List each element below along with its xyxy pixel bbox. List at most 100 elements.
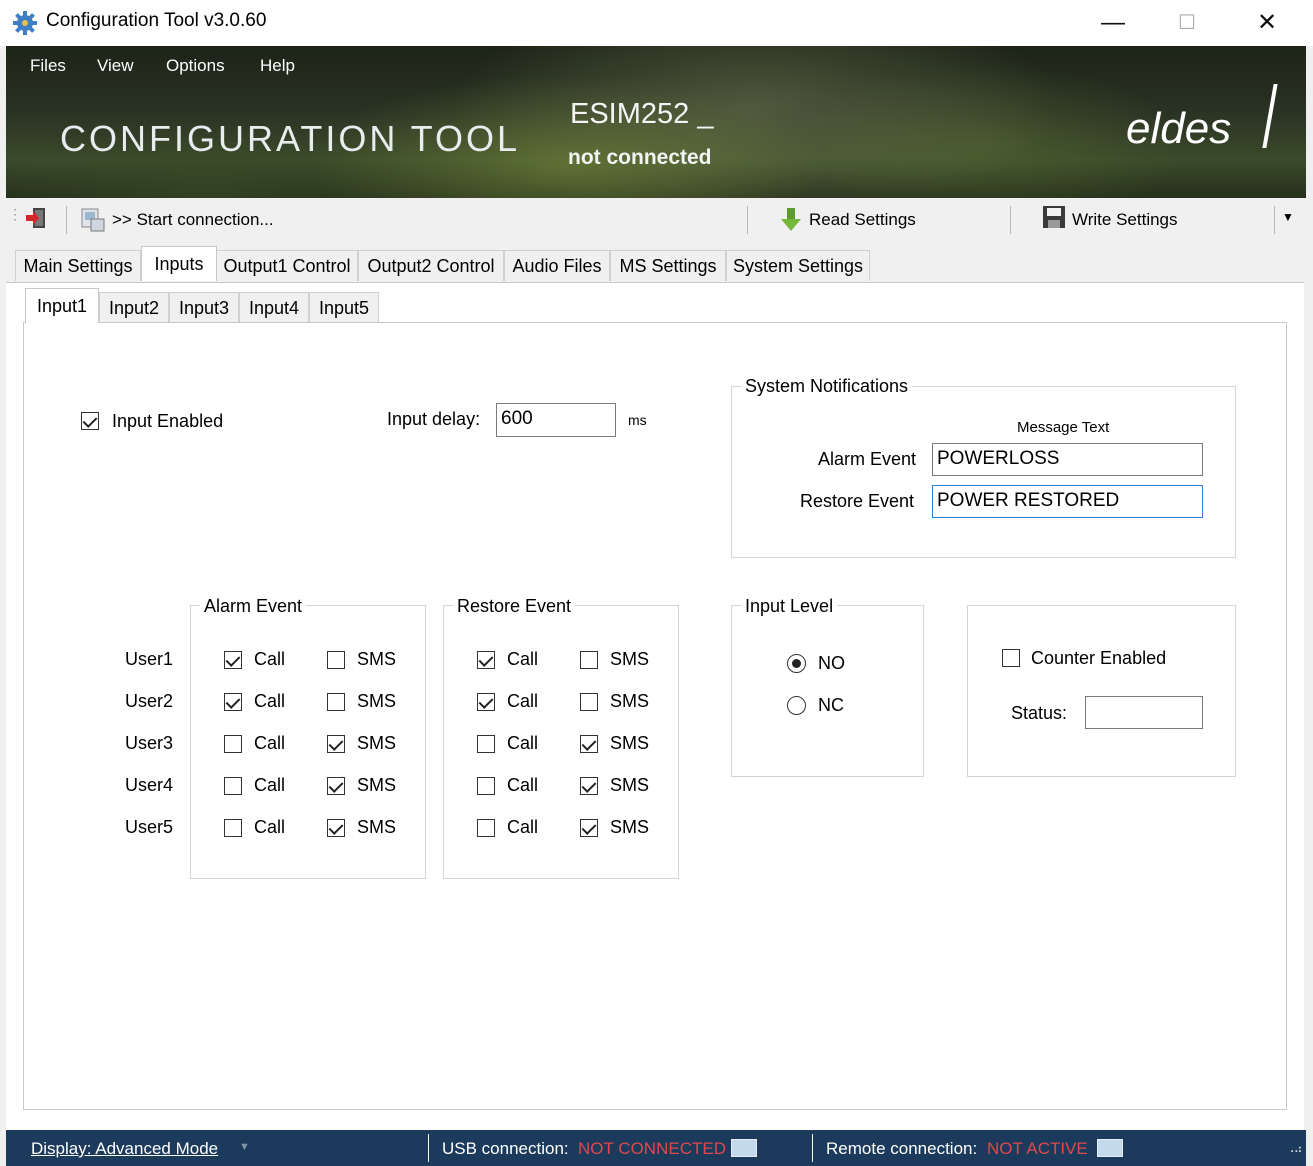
tab-system-settings[interactable]: System Settings: [726, 250, 870, 281]
toolbar-separator: [1010, 206, 1011, 234]
restore-call-label: Call: [507, 817, 539, 837]
restore-sms-label: SMS: [610, 733, 650, 753]
toolbar-separator: [66, 206, 67, 234]
app-title: CONFIGURATION TOOL: [60, 118, 521, 159]
user-name-label: User4: [125, 775, 174, 795]
toolbar-overflow-icon[interactable]: ▼: [1282, 210, 1294, 224]
start-connection-button[interactable]: >> Start connection...: [112, 210, 274, 230]
restore-call-checkbox[interactable]: [477, 777, 495, 795]
minimize-button[interactable]: —: [1078, 0, 1148, 46]
alarm-call-label: Call: [254, 691, 286, 711]
restore-sms-label: SMS: [610, 775, 650, 795]
input-delay-field[interactable]: 600: [496, 403, 616, 437]
main-tab-strip: Main Settings Inputs Output1 Control Out…: [15, 246, 1305, 282]
device-name: ESIM252 _: [570, 98, 714, 130]
menu-help[interactable]: Help: [260, 56, 295, 76]
alarm-message-field[interactable]: POWERLOSS: [932, 443, 1203, 476]
user-name-label: User2: [125, 691, 174, 711]
input-enabled-checkbox[interactable]: [81, 412, 99, 430]
input-tab-strip: Input1 Input2 Input3 Input4 Input5: [25, 288, 425, 324]
alarm-sms-checkbox[interactable]: [327, 819, 345, 837]
user-name-label: User3: [125, 733, 174, 753]
user-name-label: User1: [125, 649, 174, 669]
alarm-event-group-title: Alarm Event: [200, 596, 307, 617]
usb-monitor-icon: [731, 1139, 757, 1157]
tab-input2[interactable]: Input2: [99, 292, 169, 323]
restore-sms-label: SMS: [610, 649, 650, 669]
alarm-sms-checkbox[interactable]: [327, 693, 345, 711]
read-settings-button[interactable]: Read Settings: [809, 210, 916, 230]
alarm-call-label: Call: [254, 775, 286, 795]
menu-view[interactable]: View: [97, 56, 134, 76]
restore-event-label: Restore Event: [800, 491, 915, 511]
status-separator: [428, 1134, 429, 1162]
alarm-call-checkbox[interactable]: [224, 819, 242, 837]
logo-mark: [1262, 84, 1278, 148]
restore-call-checkbox[interactable]: [477, 651, 495, 669]
restore-sms-checkbox[interactable]: [580, 777, 598, 795]
system-notifications-title: System Notifications: [741, 376, 913, 397]
alarm-call-checkbox[interactable]: [224, 693, 242, 711]
tab-main-settings[interactable]: Main Settings: [15, 250, 141, 281]
restore-call-checkbox[interactable]: [477, 735, 495, 753]
input-delay-label: Input delay:: [387, 409, 481, 429]
tab-output2-control[interactable]: Output2 Control: [358, 250, 504, 281]
toolbar: ⋮ >> Start connection... Read Settings W…: [6, 198, 1306, 242]
remote-connection-label: Remote connection:: [826, 1139, 978, 1158]
restore-call-label: Call: [507, 691, 539, 711]
alarm-call-checkbox[interactable]: [224, 735, 242, 753]
chevron-down-icon[interactable]: ▼: [239, 1141, 250, 1153]
restore-sms-checkbox[interactable]: [580, 735, 598, 753]
restore-message-field[interactable]: POWER RESTORED: [932, 485, 1203, 518]
tab-audio-files[interactable]: Audio Files: [504, 250, 610, 281]
remote-monitor-icon: [1097, 1139, 1123, 1157]
alarm-call-checkbox[interactable]: [224, 651, 242, 669]
window-title: Configuration Tool v3.0.60: [46, 10, 267, 31]
menu-files[interactable]: Files: [30, 56, 66, 76]
counter-status-label: Status:: [1011, 703, 1068, 723]
tab-input5[interactable]: Input5: [309, 292, 379, 323]
header-banner: Files View Options Help CONFIGURATION TO…: [6, 46, 1306, 198]
restore-call-checkbox[interactable]: [477, 819, 495, 837]
status-separator: [812, 1134, 813, 1162]
connection-icon[interactable]: [80, 207, 106, 233]
radio-nc-label: NC: [818, 695, 844, 715]
maximize-button[interactable]: ☐: [1152, 0, 1222, 46]
tab-ms-settings[interactable]: MS Settings: [610, 250, 726, 281]
gear-app-icon: [13, 11, 37, 35]
counter-status-field[interactable]: [1085, 696, 1203, 729]
restore-sms-checkbox[interactable]: [580, 651, 598, 669]
counter-enabled-checkbox[interactable]: [1002, 649, 1020, 667]
radio-no[interactable]: [787, 654, 806, 673]
restore-call-checkbox[interactable]: [477, 693, 495, 711]
tab-input3[interactable]: Input3: [169, 292, 239, 323]
restore-sms-label: SMS: [610, 817, 650, 837]
tab-input1[interactable]: Input1: [25, 288, 99, 323]
restore-sms-checkbox[interactable]: [580, 819, 598, 837]
exit-icon[interactable]: [24, 206, 48, 230]
restore-call-label: Call: [507, 649, 539, 669]
tab-output1-control[interactable]: Output1 Control: [216, 250, 358, 281]
radio-nc[interactable]: [787, 696, 806, 715]
tab-input4[interactable]: Input4: [239, 292, 309, 323]
display-mode-dropdown[interactable]: Display: Advanced Mode: [31, 1139, 218, 1159]
usb-connection-status: NOT CONNECTED: [578, 1139, 726, 1158]
alarm-sms-checkbox[interactable]: [327, 777, 345, 795]
write-settings-button[interactable]: Write Settings: [1072, 210, 1178, 230]
download-arrow-icon[interactable]: [780, 206, 802, 232]
radio-no-label: NO: [818, 653, 845, 673]
remote-connection-status: NOT ACTIVE: [987, 1139, 1088, 1158]
connection-status: not connected: [568, 146, 712, 169]
message-text-header: Message Text: [1017, 419, 1110, 436]
alarm-call-label: Call: [254, 817, 286, 837]
close-button[interactable]: ✕: [1232, 0, 1302, 46]
restore-sms-checkbox[interactable]: [580, 693, 598, 711]
menu-options[interactable]: Options: [166, 56, 225, 76]
save-disk-icon[interactable]: [1042, 205, 1066, 229]
alarm-sms-checkbox[interactable]: [327, 735, 345, 753]
alarm-sms-checkbox[interactable]: [327, 651, 345, 669]
resize-grip-icon[interactable]: ⠠⠴: [1286, 1142, 1303, 1156]
alarm-call-checkbox[interactable]: [224, 777, 242, 795]
alarm-call-label: Call: [254, 649, 286, 669]
tab-inputs[interactable]: Inputs: [141, 246, 217, 281]
